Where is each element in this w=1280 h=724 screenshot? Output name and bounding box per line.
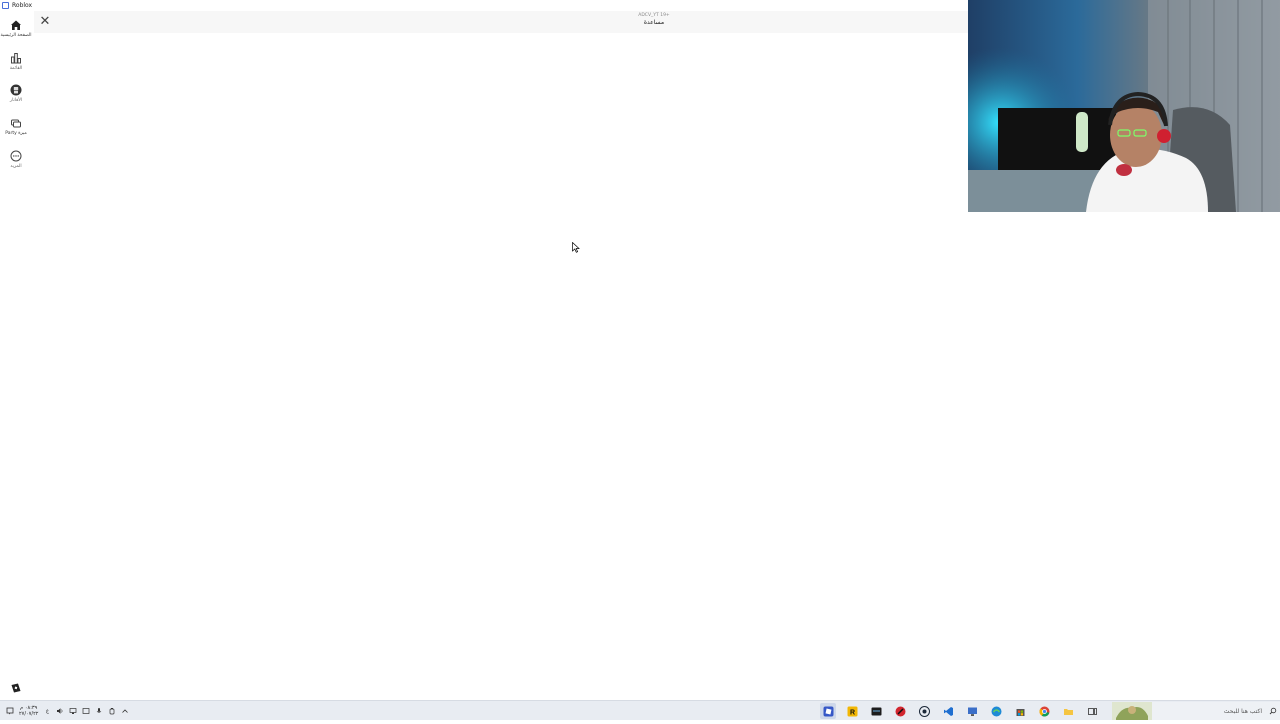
roblox-logo-icon bbox=[2, 2, 9, 9]
search-icon bbox=[1266, 702, 1280, 720]
sidebar-item-label: الأفاتار bbox=[9, 98, 23, 103]
sidebar-item-more[interactable]: المزيد bbox=[0, 149, 32, 179]
system-tray: ٠٨:٣٩ م ٢٧/٠٧/٢٢ ع bbox=[6, 703, 129, 719]
search-highlight-image bbox=[1112, 702, 1152, 720]
sidebar-item-label: القائمة bbox=[9, 66, 23, 71]
language-icon[interactable]: ع bbox=[43, 707, 51, 715]
window-titlebar: Roblox bbox=[0, 0, 968, 11]
svg-text:R: R bbox=[849, 709, 854, 716]
roblox-app-icon[interactable] bbox=[820, 703, 836, 719]
microphone-icon[interactable] bbox=[95, 707, 103, 715]
taskbar-search[interactable]: اكتب هنا للبحث bbox=[1112, 702, 1280, 720]
page-header: ADCV_YT 19+ مساعدة bbox=[594, 13, 714, 27]
clock-date: ٢٧/٠٧/٢٢ bbox=[19, 711, 39, 717]
sidebar-item-label: الصفحة الرئيسية bbox=[0, 33, 32, 38]
clock[interactable]: ٠٨:٣٩ م ٢٧/٠٧/٢٢ bbox=[19, 705, 38, 717]
store-icon[interactable] bbox=[1012, 703, 1028, 719]
window-title: Roblox bbox=[12, 2, 33, 9]
sidebar-item-label: Party ميزة bbox=[5, 131, 27, 136]
edge-icon[interactable] bbox=[988, 703, 1004, 719]
sidebar-item-party[interactable]: Party ميزة bbox=[0, 116, 32, 146]
close-icon[interactable]: ✕ bbox=[37, 14, 53, 30]
page-title: مساعدة bbox=[643, 19, 665, 26]
chevron-up-icon[interactable] bbox=[121, 707, 129, 715]
display-icon[interactable] bbox=[82, 707, 90, 715]
sidebar-item-home[interactable]: الصفحة الرئيسية bbox=[0, 18, 32, 48]
volume-icon[interactable] bbox=[56, 707, 64, 715]
network-icon[interactable] bbox=[69, 707, 77, 715]
sidebar-item-label: المزيد bbox=[10, 164, 22, 169]
notification-icon[interactable] bbox=[6, 707, 14, 715]
taskbar-apps: R bbox=[820, 703, 1100, 719]
monitor-icon[interactable] bbox=[964, 703, 980, 719]
taskview-icon[interactable] bbox=[1084, 703, 1100, 719]
top-bar: ✕ ADCV_YT 19+ مساعدة bbox=[34, 11, 968, 33]
roblox-window: Roblox ✕ ADCV_YT 19+ مساعدة الصفحة الرئي… bbox=[0, 0, 968, 700]
red-app-icon[interactable] bbox=[892, 703, 908, 719]
more-icon bbox=[9, 149, 23, 163]
avatar-icon bbox=[9, 83, 23, 97]
vscode-icon[interactable] bbox=[940, 703, 956, 719]
search-input[interactable]: اكتب هنا للبحث bbox=[1152, 708, 1266, 715]
sidebar-item-charts[interactable]: القائمة bbox=[0, 51, 32, 81]
taskbar: ٠٨:٣٩ م ٢٧/٠٧/٢٢ ع R اكتب هنا للبحث bbox=[0, 700, 1280, 720]
folder-icon[interactable] bbox=[1060, 703, 1076, 719]
sidebar-item-avatar[interactable]: الأفاتار bbox=[0, 83, 32, 113]
usb-icon[interactable] bbox=[108, 707, 116, 715]
home-icon bbox=[9, 18, 23, 32]
roblox-studio-icon[interactable] bbox=[10, 679, 22, 693]
steam-icon[interactable] bbox=[916, 703, 932, 719]
sidebar: الصفحة الرئيسية القائمة الأفاتار Party م… bbox=[0, 11, 34, 700]
mouse-cursor-icon bbox=[572, 238, 580, 253]
chrome-icon[interactable] bbox=[1036, 703, 1052, 719]
charts-icon bbox=[9, 51, 23, 65]
party-icon bbox=[9, 116, 23, 130]
terminal-icon[interactable] bbox=[868, 703, 884, 719]
rockstar-icon[interactable]: R bbox=[844, 703, 860, 719]
webcam-overlay bbox=[968, 0, 1280, 212]
